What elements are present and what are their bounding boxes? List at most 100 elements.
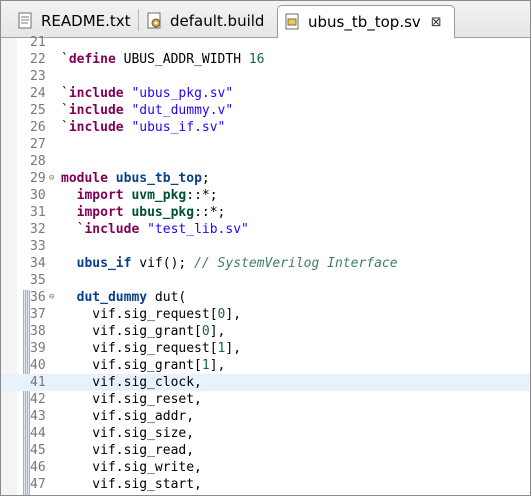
code-line[interactable]: 45 vif.sig_read, <box>1 442 530 459</box>
code-line[interactable]: 25 `include "dut_dummy.v" <box>1 102 530 119</box>
code-token: ` <box>61 52 69 67</box>
line-number: 29 <box>30 171 46 186</box>
line-number: 39 <box>30 341 46 356</box>
code-token: vif.sig_reset, <box>61 392 202 407</box>
line-number: 21 <box>30 35 46 50</box>
code-line[interactable]: 36 ⊖ dut_dummy dut( <box>1 289 530 306</box>
line-number: 31 <box>30 205 46 220</box>
line-number: 34 <box>30 256 46 271</box>
code-token: ubus_pkg <box>131 205 195 220</box>
code-token: dut( <box>147 290 187 305</box>
code-line[interactable]: 33 <box>1 238 530 255</box>
code-token: include <box>68 103 124 118</box>
code-text: vif.sig_grant[0], <box>61 323 225 340</box>
code-text: vif.sig_request[1], <box>61 340 241 357</box>
tab-bar: README.txt default.build ubus_tb_top.sv … <box>1 1 530 38</box>
code-line[interactable]: 22 `define UBUS_ADDR_WIDTH 16 <box>1 51 530 68</box>
code-token: // SystemVerilog Interface <box>194 256 398 271</box>
code-token: dut_dummy <box>76 290 148 305</box>
line-number: 23 <box>30 69 46 84</box>
code-token: vif.sig_request[ <box>61 307 218 322</box>
code-text: vif.sig_size, <box>61 425 194 442</box>
code-line[interactable]: 21 <box>1 34 530 51</box>
code-token: ` <box>61 103 69 118</box>
fold-toggle-icon[interactable]: ⊖ <box>49 289 54 306</box>
code-line[interactable]: 46 vif.sig_write, <box>1 459 530 476</box>
code-token: ; <box>201 171 210 186</box>
code-line[interactable]: 40 vif.sig_grant[1], <box>1 357 530 374</box>
code-token: import <box>76 188 124 203</box>
line-number: 30 <box>30 188 46 203</box>
code-line[interactable]: 23 <box>1 68 530 85</box>
line-number: 37 <box>30 307 46 322</box>
tab-label: README.txt <box>41 11 131 30</box>
code-token: vif.sig_clock, <box>61 375 202 390</box>
code-token: ` <box>61 120 69 135</box>
build-file-icon <box>146 12 164 30</box>
code-token: vif.sig_size, <box>61 426 195 441</box>
code-text: vif.sig_clock, <box>61 374 202 391</box>
code-token: import <box>76 205 124 220</box>
line-number: 41 <box>30 375 46 390</box>
code-line[interactable]: 43 vif.sig_addr, <box>1 408 530 425</box>
code-line[interactable]: 37 vif.sig_request[0], <box>1 306 530 323</box>
code-token: "ubus_if.sv" <box>131 120 226 135</box>
code-line[interactable]: 34 ubus_if vif(); // SystemVerilog Inter… <box>1 255 530 272</box>
code-text: import ubus_pkg::*; <box>61 204 226 221</box>
fold-toggle-icon[interactable]: ⊖ <box>49 170 54 187</box>
code-token: vif.sig_addr, <box>61 409 195 424</box>
code-editor[interactable]: 21 22 `define UBUS_ADDR_WIDTH 16 23 24 `inclu… <box>1 35 530 495</box>
code-line[interactable]: 44 vif.sig_size, <box>1 425 530 442</box>
line-number: 24 <box>30 86 46 101</box>
code-token: vif(); <box>131 256 195 271</box>
line-number: 36 <box>30 290 46 305</box>
code-token: vif.sig_grant[ <box>61 324 202 339</box>
code-token: UBUS_ADDR_WIDTH <box>115 52 249 67</box>
line-number: 33 <box>30 239 46 254</box>
sv-file-icon <box>284 13 302 31</box>
code-line[interactable]: 29 ⊖ module ubus_tb_top; <box>1 170 530 187</box>
code-line[interactable]: 24 `include "ubus_pkg.sv" <box>1 85 530 102</box>
code-line[interactable]: 27 <box>1 136 530 153</box>
code-text: vif.sig_start, <box>61 476 202 493</box>
code-line[interactable]: 39 vif.sig_request[1], <box>1 340 530 357</box>
code-text: `include "ubus_pkg.sv" <box>61 85 233 102</box>
code-token: ` <box>61 222 85 237</box>
code-text: vif.sig_grant[1], <box>61 357 225 374</box>
code-text: ubus_if vif(); // SystemVerilog Interfac… <box>61 255 398 272</box>
code-token: ` <box>61 86 69 101</box>
line-number: 47 <box>30 477 46 492</box>
tab-readme[interactable]: README.txt <box>17 5 131 36</box>
line-number: 27 <box>30 137 46 152</box>
code-text: `include "ubus_if.sv" <box>61 119 225 136</box>
code-line[interactable]: 31 import ubus_pkg::*; <box>1 204 530 221</box>
line-number: 45 <box>30 443 46 458</box>
code-line[interactable]: 26 `include "ubus_if.sv" <box>1 119 530 136</box>
line-number: 22 <box>30 52 46 67</box>
line-number: 46 <box>30 460 46 475</box>
code-line[interactable]: 30 import uvm_pkg::*; <box>1 187 530 204</box>
code-line[interactable]: 28 <box>1 153 530 170</box>
line-number: 35 <box>30 273 46 288</box>
code-token: "test_lib.sv" <box>147 222 249 237</box>
code-line[interactable]: 41 vif.sig_clock, <box>1 374 530 391</box>
tab-default-build[interactable]: default.build <box>146 5 264 36</box>
code-token: include <box>68 86 124 101</box>
code-text: dut_dummy dut( <box>61 289 187 306</box>
code-text: `define UBUS_ADDR_WIDTH 16 <box>61 51 265 68</box>
line-number: 40 <box>30 358 46 373</box>
code-line[interactable]: 32 `include "test_lib.sv" <box>1 221 530 238</box>
code-line[interactable]: 47 vif.sig_start, <box>1 476 530 493</box>
code-line[interactable]: 38 vif.sig_grant[0], <box>1 323 530 340</box>
code-token: uvm_pkg <box>131 188 187 203</box>
line-number: 25 <box>30 103 46 118</box>
code-text: vif.sig_read, <box>61 442 194 459</box>
code-line[interactable]: 42 vif.sig_reset, <box>1 391 530 408</box>
close-tab-icon[interactable]: ⊠ <box>431 15 442 30</box>
code-line[interactable]: 35 <box>1 272 530 289</box>
